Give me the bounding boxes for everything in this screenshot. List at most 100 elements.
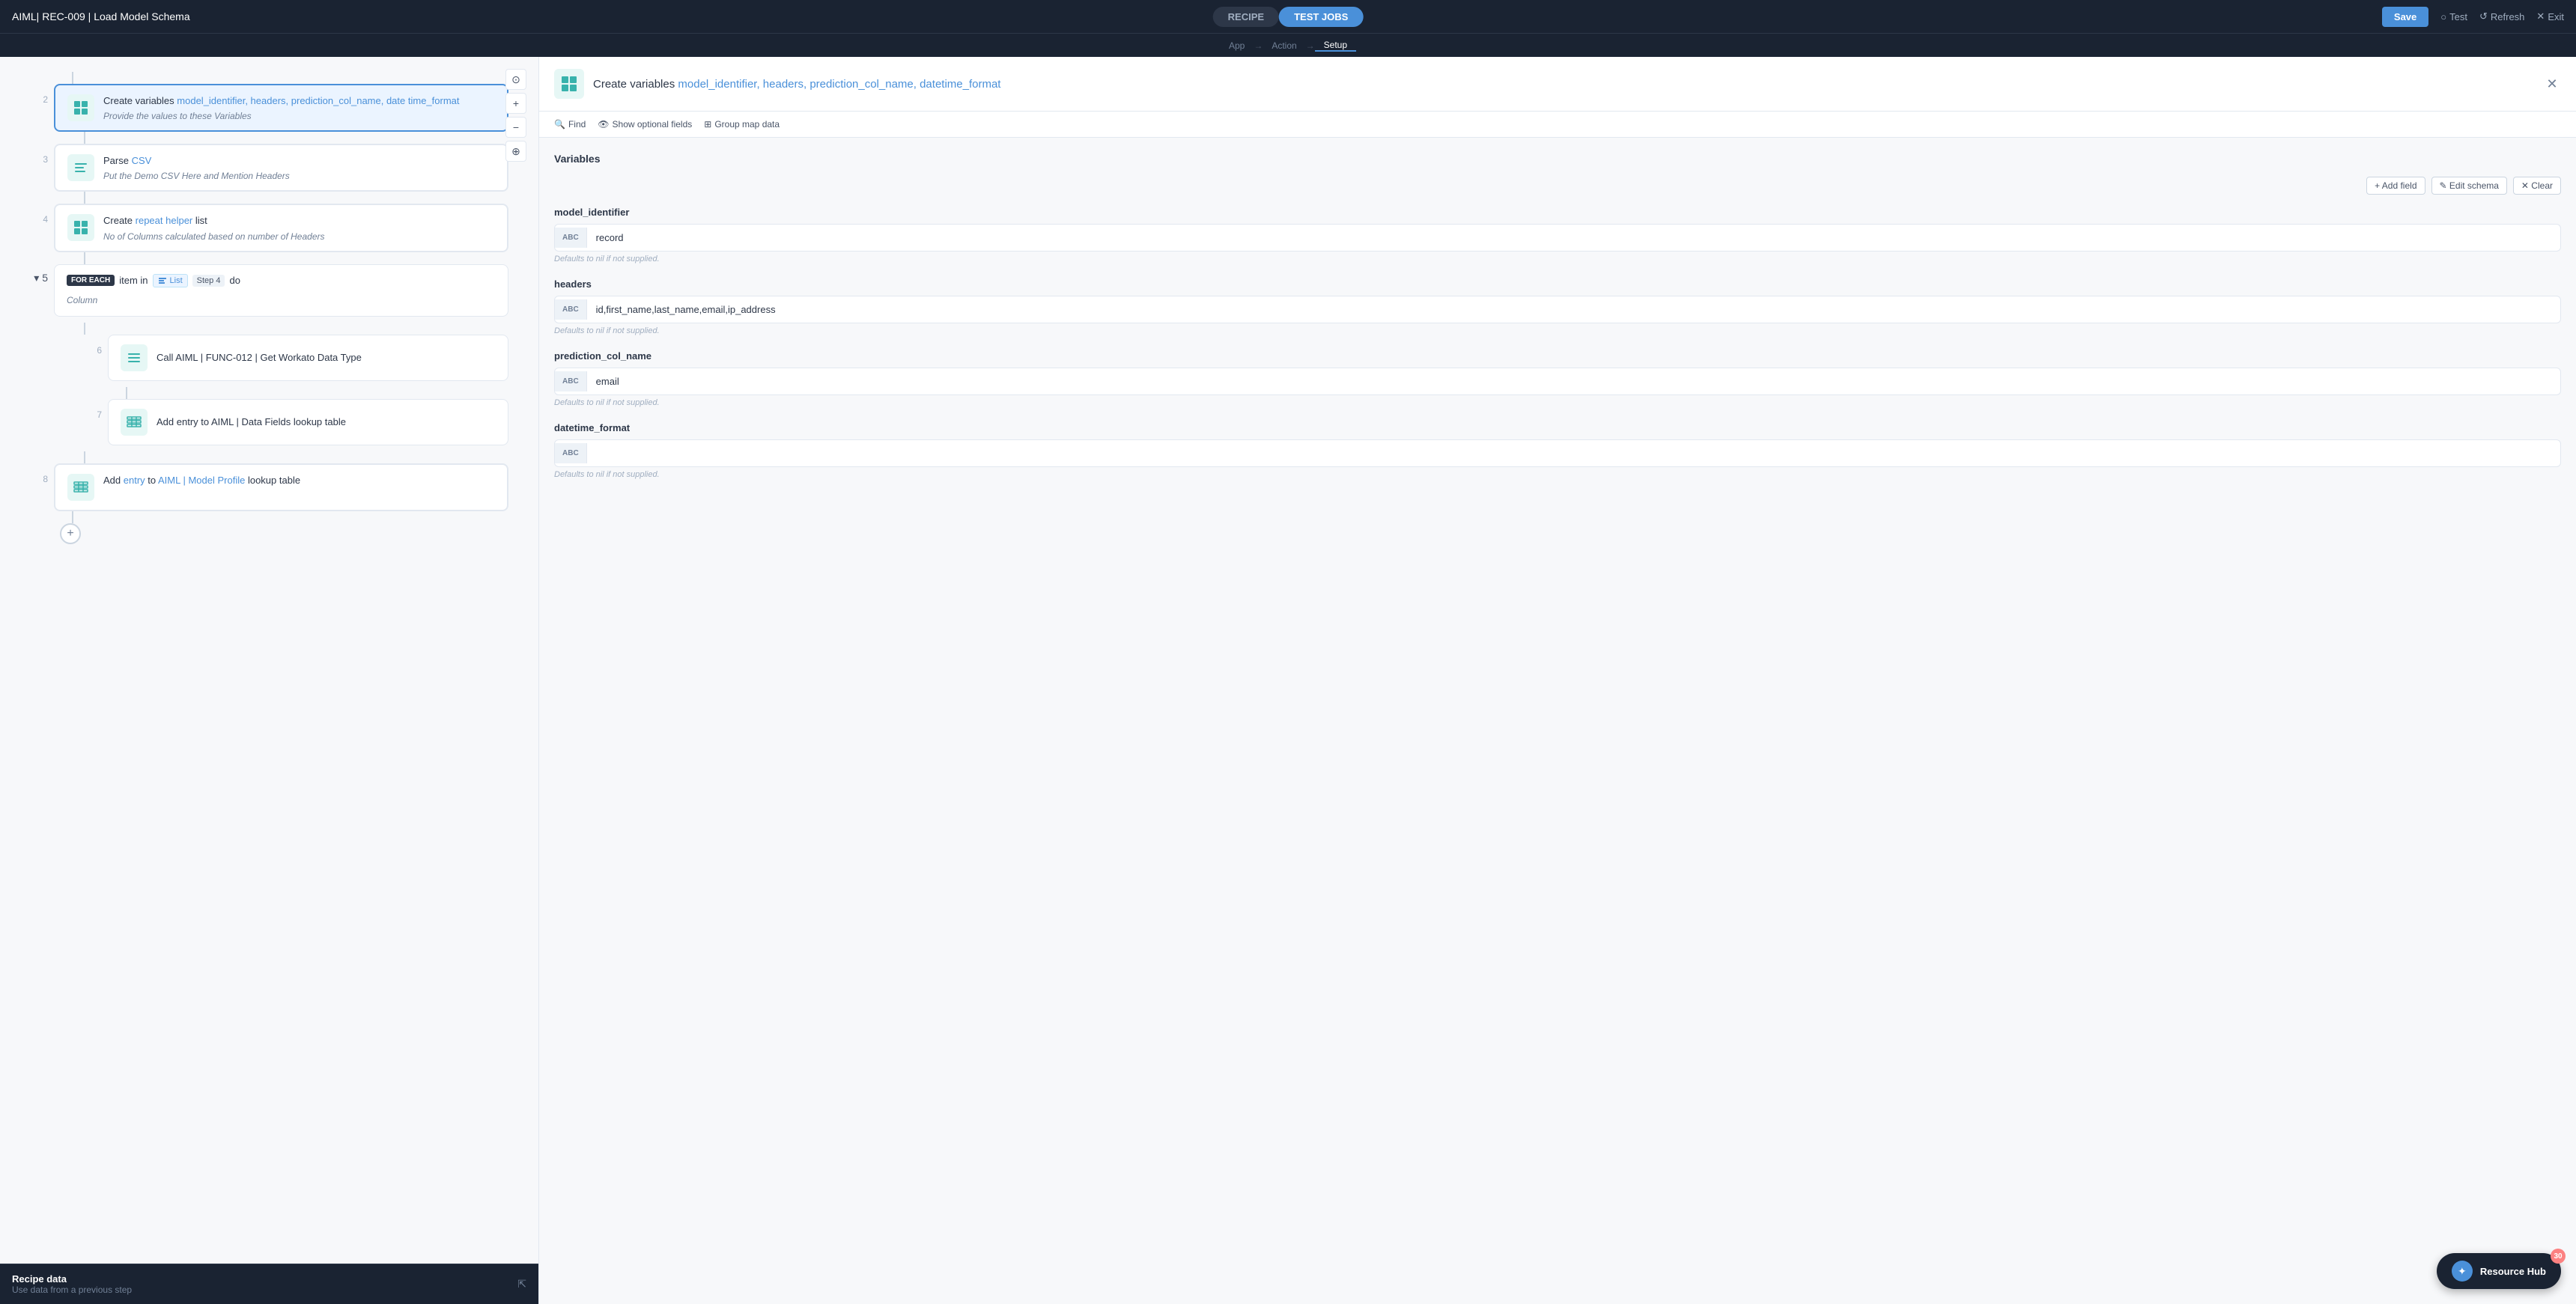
edit-schema-button[interactable]: ✎ Edit schema: [2431, 177, 2507, 195]
step-2-card[interactable]: Create variables model_identifier, heade…: [54, 84, 508, 132]
variable-input-model-identifier[interactable]: [587, 225, 2560, 251]
step-8-link2: AIML | Model Profile: [158, 475, 245, 486]
eye-icon: 👁: [598, 119, 609, 130]
type-badge-prediction-col-name: ABC: [555, 371, 587, 391]
add-step-area: +: [30, 523, 508, 544]
show-optional-button[interactable]: 👁 Show optional fields: [598, 119, 692, 130]
step-7-icon: [121, 409, 148, 436]
sub-nav-setup[interactable]: Setup: [1315, 40, 1356, 52]
fit-button[interactable]: ⊕: [505, 141, 526, 162]
step-3-icon: [67, 154, 94, 181]
sub-nav-flow: App → Action → Setup: [1220, 40, 1356, 52]
save-button[interactable]: Save: [2382, 7, 2428, 27]
exit-link[interactable]: ✕ Exit: [2536, 10, 2564, 22]
step-6-link: AIML | FUNC-012 | Get Workato Data Type: [175, 352, 362, 363]
test-link[interactable]: ○ Test: [2440, 11, 2467, 22]
step-5-collapse-icon[interactable]: ▾ 5: [34, 272, 48, 284]
variable-input-prediction-col-name[interactable]: [587, 368, 2560, 394]
app-title: AIML| REC-009 | Load Model Schema: [12, 10, 190, 22]
find-button[interactable]: 🔍 Find: [554, 119, 586, 130]
step-8-number: 8: [43, 474, 48, 484]
step-3-content: Parse CSV Put the Demo CSV Here and Ment…: [103, 154, 495, 181]
star-icon: ✦: [2458, 1265, 2467, 1278]
foreach-list-badge: List: [153, 274, 188, 287]
arrow-icon-1: →: [1254, 40, 1263, 51]
variable-model-identifier: model_identifier ABC Defaults to nil if …: [554, 207, 2561, 263]
step-8-link1: entry: [124, 475, 145, 486]
zoom-in-button[interactable]: +: [505, 93, 526, 114]
step-3-card[interactable]: Parse CSV Put the Demo CSV Here and Ment…: [54, 144, 508, 192]
step-2-number: 2: [43, 94, 48, 105]
connector-top: [30, 72, 508, 84]
step-4-icon: [67, 214, 94, 241]
tab-test-jobs[interactable]: TEST JOBS: [1279, 7, 1363, 27]
sub-nav-action[interactable]: Action: [1263, 40, 1305, 51]
setup-header-icon: [554, 69, 584, 99]
step-8-content: Add entry to AIML | Model Profile lookup…: [103, 474, 495, 487]
list-icon: [158, 276, 167, 285]
variable-input-headers[interactable]: [587, 296, 2560, 323]
step-7-wrapper: 7: [84, 399, 508, 451]
test-icon: ○: [2440, 11, 2446, 22]
step-6-card[interactable]: Call AIML | FUNC-012 | Get Workato Data …: [108, 335, 508, 381]
step-7-card[interactable]: Add entry to AIML | Data Fields lookup t…: [108, 399, 508, 445]
connector-6-7: [84, 387, 508, 399]
refresh-link[interactable]: ↺ Refresh: [2479, 10, 2524, 22]
refresh-icon: ↺: [2479, 10, 2488, 22]
zoom-out-button[interactable]: −: [505, 117, 526, 138]
step-6-icon: [121, 344, 148, 371]
step-2-title: Create variables model_identifier, heade…: [103, 94, 495, 108]
connector-4-5: [30, 252, 508, 264]
sub-nav-app[interactable]: App: [1220, 40, 1254, 51]
step-3-inner: Parse CSV Put the Demo CSV Here and Ment…: [67, 154, 495, 181]
step-4-right: Create repeat helper list No of Columns …: [54, 204, 508, 252]
step-5-foreach-card[interactable]: FOR EACH item in List Step 4: [54, 264, 508, 317]
step-2-desc: Provide the values to these Variables: [103, 111, 495, 121]
variable-input-wrap-headers: ABC: [554, 296, 2561, 323]
step-5-right: FOR EACH item in List Step 4: [54, 264, 508, 451]
recipe-canvas: ⊙ + − ⊕ 2: [0, 57, 539, 1304]
add-field-button[interactable]: + Add field: [2366, 177, 2425, 195]
add-step-button[interactable]: +: [60, 523, 81, 544]
step-8-card[interactable]: Add entry to AIML | Model Profile lookup…: [54, 463, 508, 511]
variable-input-datetime-format[interactable]: [587, 440, 2560, 466]
step-7-number: 7: [97, 409, 102, 420]
setup-close-button[interactable]: ✕: [2543, 75, 2561, 93]
step-5-number-col: ▾ 5: [30, 264, 54, 451]
step-4-card[interactable]: Create repeat helper list No of Columns …: [54, 204, 508, 252]
group-map-button[interactable]: ⊞ Group map data: [704, 119, 780, 130]
foreach-item-text: item in: [119, 275, 148, 286]
connector-3-4: [30, 192, 508, 204]
tab-recipe[interactable]: RECIPE: [1213, 7, 1279, 27]
setup-panel: Create variables model_identifier, heade…: [539, 57, 2576, 1304]
step-8-right: Add entry to AIML | Model Profile lookup…: [54, 463, 508, 511]
resource-hub-label: Resource Hub: [2480, 1266, 2546, 1277]
variable-name-headers: headers: [554, 278, 2561, 290]
variable-input-wrap-prediction-col-name: ABC: [554, 368, 2561, 395]
clear-button[interactable]: ✕ Clear: [2513, 177, 2561, 195]
foreach-desc: Column: [67, 295, 97, 305]
recipe-data-title: Recipe data: [12, 1273, 132, 1285]
step-8-icon: [67, 474, 94, 501]
canvas-toolbar: ⊙ + − ⊕: [505, 69, 526, 162]
recipe-data-expand-button[interactable]: ⇱: [517, 1278, 526, 1291]
step-3-wrapper: 3: [30, 144, 508, 192]
recipe-data-desc: Use data from a previous step: [12, 1285, 132, 1295]
setup-title: Create variables model_identifier, heade…: [593, 78, 2534, 91]
step-2-icon: [67, 94, 94, 121]
top-nav: AIML| REC-009 | Load Model Schema RECIPE…: [0, 0, 2576, 33]
step-4-number-col: 4: [30, 204, 54, 252]
resource-hub[interactable]: 30 ✦ Resource Hub: [2437, 1253, 2561, 1289]
step-3-desc: Put the Demo CSV Here and Mention Header…: [103, 171, 495, 181]
connector-5-8: [30, 451, 508, 463]
step-3-right: Parse CSV Put the Demo CSV Here and Ment…: [54, 144, 508, 192]
nav-actions: Save ○ Test ↺ Refresh ✕ Exit: [2382, 7, 2564, 27]
foreach-step-badge: Step 4: [192, 275, 225, 287]
step-6-number: 6: [97, 345, 102, 356]
connector-2-3: [30, 132, 508, 144]
recenter-button[interactable]: ⊙: [505, 69, 526, 90]
step-6-wrapper: 6: [84, 335, 508, 387]
nav-tabs: RECIPE TEST JOBS: [1213, 7, 1364, 27]
step-7-link2: AIML | Data Fields: [211, 416, 291, 427]
variable-hint-prediction-col-name: Defaults to nil if not supplied.: [554, 398, 2561, 407]
